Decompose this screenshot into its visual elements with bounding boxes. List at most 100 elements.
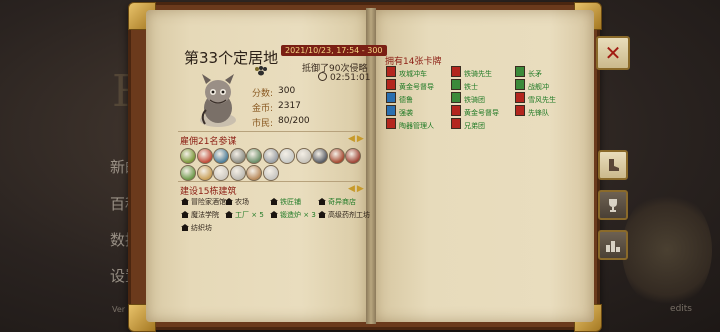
building-label: 铁匠铺 bbox=[280, 198, 301, 206]
building-item: 锻造炉 × 3 bbox=[270, 210, 316, 220]
house-icon bbox=[181, 224, 189, 231]
building-item: 铁匠铺 bbox=[270, 197, 301, 207]
card-item[interactable]: 德鲁 bbox=[386, 92, 413, 105]
card-icon bbox=[451, 118, 461, 129]
advisor-portrait[interactable] bbox=[295, 148, 312, 164]
advisor-portrait[interactable] bbox=[345, 148, 361, 164]
card-label: 黄金号督导 bbox=[464, 109, 499, 117]
building-item: 魔法学院 bbox=[181, 210, 219, 220]
card-label: 铁士 bbox=[464, 83, 478, 91]
building-label: 冒险家酒馆 bbox=[191, 198, 226, 206]
citizens-value: 80/200 bbox=[278, 116, 310, 126]
clock-icon bbox=[318, 72, 327, 81]
card-item[interactable]: 攻城冲车 bbox=[386, 66, 427, 79]
play-timer: 02:51:01 bbox=[318, 72, 370, 83]
card-icon bbox=[515, 66, 525, 77]
card-icon bbox=[451, 105, 461, 116]
advisor-portrait[interactable] bbox=[246, 165, 262, 181]
card-label: 先锋队 bbox=[528, 109, 549, 117]
section-divider bbox=[178, 131, 360, 132]
advisor-portrait[interactable] bbox=[213, 148, 229, 164]
tab-journal[interactable] bbox=[598, 150, 628, 180]
card-item[interactable]: 陶器管理人 bbox=[386, 118, 434, 131]
advisor-portrait[interactable] bbox=[262, 148, 279, 164]
card-icon bbox=[386, 105, 396, 116]
building-label: 奇异商店 bbox=[328, 198, 356, 206]
building-label: 工厂 × 5 bbox=[235, 211, 264, 219]
advisor-portrait[interactable] bbox=[246, 148, 262, 164]
version-label: Ver bbox=[112, 305, 126, 314]
buildings-pager-arrows[interactable]: ◀▶ bbox=[348, 184, 366, 194]
card-item[interactable]: 兄弟团 bbox=[451, 118, 485, 131]
building-item: 高级药剂工坊 bbox=[318, 210, 370, 220]
card-icon bbox=[386, 79, 396, 90]
card-label: 强袭 bbox=[399, 109, 413, 117]
card-item[interactable]: 黄金号督导 bbox=[451, 105, 499, 118]
card-item[interactable]: 铁骑先生 bbox=[451, 66, 492, 79]
advisors-pager-arrows[interactable]: ◀▶ bbox=[348, 134, 366, 144]
citizens-label: 市民: bbox=[252, 119, 274, 129]
advisor-portrait[interactable] bbox=[229, 165, 246, 181]
card-label: 长矛 bbox=[528, 70, 542, 78]
boot-icon bbox=[609, 159, 619, 171]
house-icon bbox=[270, 211, 278, 218]
card-item[interactable]: 铁士 bbox=[451, 79, 478, 92]
building-label: 锻造炉 × 3 bbox=[280, 211, 316, 219]
advisors-heading: 雇佣21名参谋 bbox=[180, 137, 237, 147]
settlement-title: 第33个定居地 bbox=[184, 49, 279, 67]
trophy-icon bbox=[609, 199, 617, 212]
advisor-portrait[interactable] bbox=[213, 165, 229, 181]
paw-icon bbox=[255, 66, 267, 76]
building-item: 纺织坊 bbox=[181, 223, 212, 233]
card-item[interactable]: 强袭 bbox=[386, 105, 413, 118]
card-label: 攻城冲车 bbox=[399, 70, 427, 78]
building-label: 魔法学院 bbox=[191, 211, 219, 219]
building-item: 冒险家酒馆 bbox=[181, 197, 226, 207]
advisor-portrait[interactable] bbox=[279, 148, 295, 164]
card-label: 战舰冲 bbox=[528, 83, 549, 91]
close-icon: ✕ bbox=[604, 41, 622, 65]
card-icon bbox=[386, 118, 396, 129]
card-item[interactable]: 铁骑团 bbox=[451, 92, 485, 105]
mayor-portrait bbox=[200, 74, 236, 127]
card-item[interactable]: 战舰冲 bbox=[515, 79, 549, 92]
house-icon bbox=[225, 198, 233, 205]
card-label: 雪风先生 bbox=[528, 96, 556, 104]
card-item[interactable]: 黄金号督导 bbox=[386, 79, 434, 92]
timer-value: 02:51:01 bbox=[330, 73, 371, 83]
advisor-portrait[interactable] bbox=[196, 148, 213, 164]
advisor-portrait[interactable] bbox=[180, 165, 196, 181]
card-icon bbox=[451, 92, 461, 103]
building-label: 纺织坊 bbox=[191, 224, 212, 232]
advisor-portrait[interactable] bbox=[180, 148, 196, 164]
card-label: 铁骑先生 bbox=[464, 70, 492, 78]
building-item: 工厂 × 5 bbox=[225, 210, 264, 220]
card-label: 德鲁 bbox=[399, 96, 413, 104]
tab-leaderboard[interactable] bbox=[598, 230, 628, 260]
score-value: 300 bbox=[278, 86, 296, 96]
advisor-portrait[interactable] bbox=[328, 148, 345, 164]
building-item: 农场 bbox=[225, 197, 249, 207]
advisor-portrait[interactable] bbox=[312, 148, 328, 164]
gold-value: 2317 bbox=[278, 101, 301, 111]
building-item: 奇异商店 bbox=[318, 197, 356, 207]
advisor-portrait[interactable] bbox=[229, 148, 246, 164]
building-label: 高级药剂工坊 bbox=[328, 211, 370, 219]
card-icon bbox=[451, 79, 461, 90]
card-item[interactable]: 先锋队 bbox=[515, 105, 549, 118]
settlement-date-badge: 2021/10/23, 17:54 - 300 bbox=[281, 45, 387, 56]
card-icon bbox=[386, 92, 396, 103]
card-icon bbox=[515, 92, 525, 103]
house-icon bbox=[181, 211, 189, 218]
house-icon bbox=[225, 211, 233, 218]
advisor-portrait[interactable] bbox=[262, 165, 279, 181]
card-label: 铁骑团 bbox=[464, 96, 485, 104]
advisor-portrait[interactable] bbox=[196, 165, 213, 181]
tab-trophies[interactable] bbox=[598, 190, 628, 220]
close-button[interactable]: ✕ bbox=[596, 36, 630, 70]
card-item[interactable]: 长矛 bbox=[515, 66, 542, 79]
card-item[interactable]: 雪风先生 bbox=[515, 92, 556, 105]
buildings-heading: 建设15栋建筑 bbox=[180, 187, 237, 197]
background-wheel bbox=[622, 190, 712, 310]
building-label: 农场 bbox=[235, 198, 249, 206]
